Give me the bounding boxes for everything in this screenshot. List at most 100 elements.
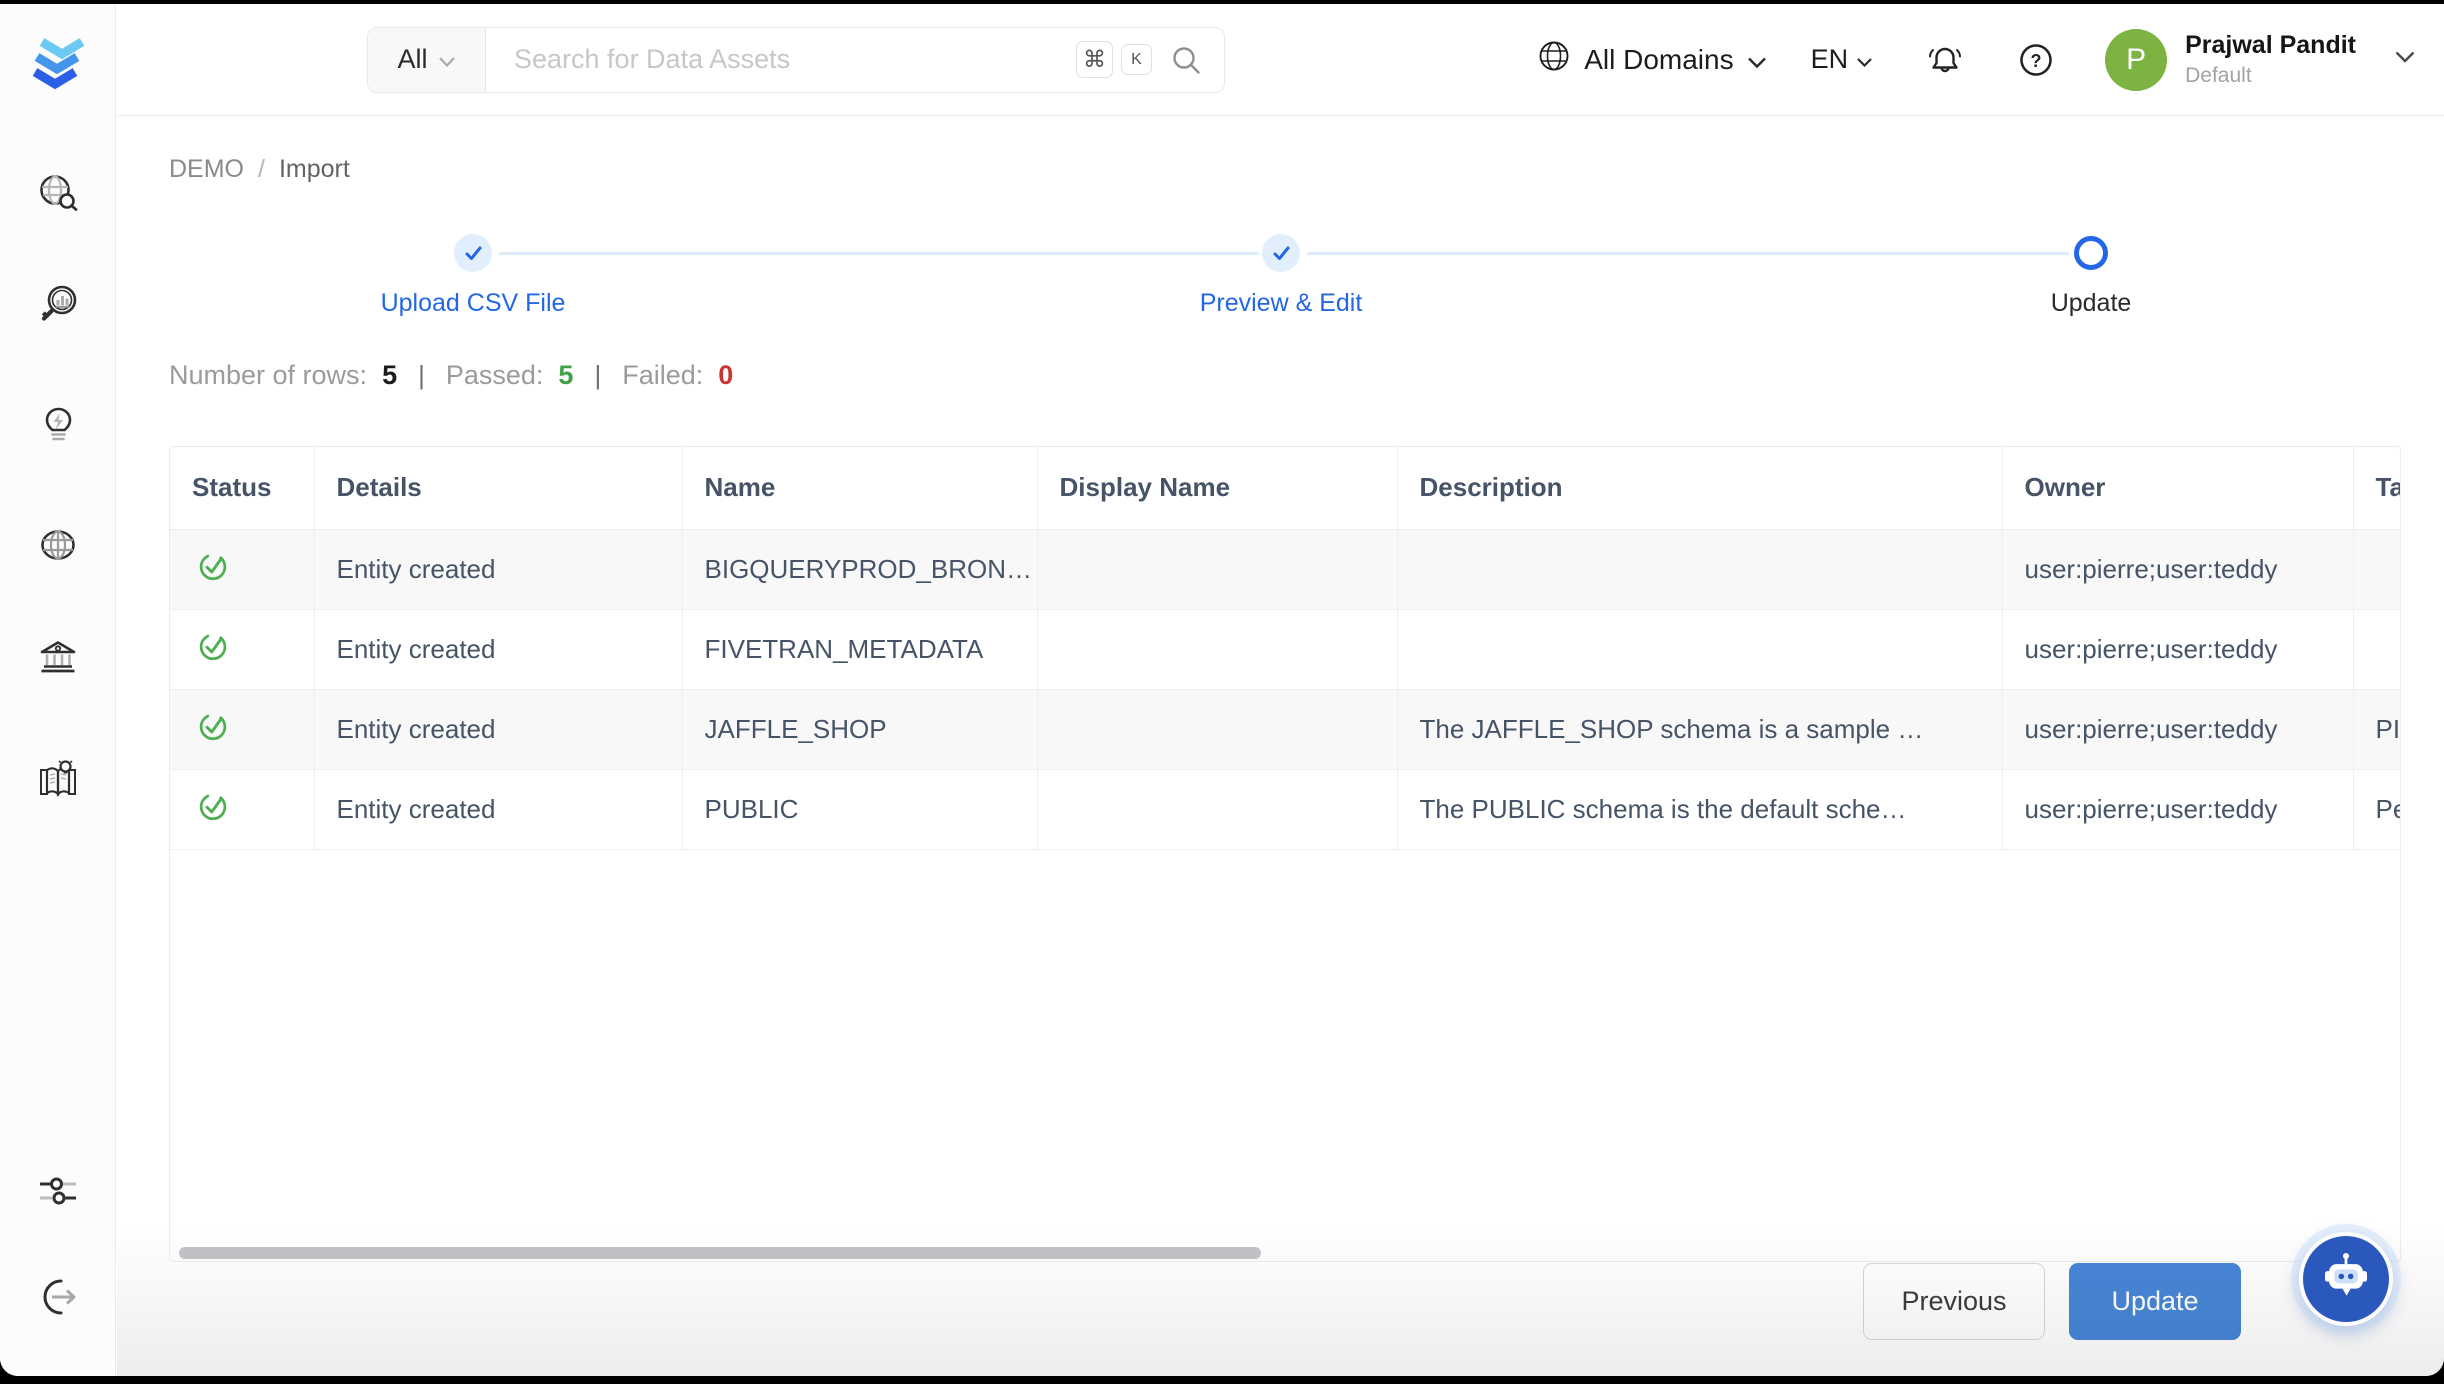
sidebar-item-explore[interactable] xyxy=(34,172,82,220)
owner-cell: user:pierre;user:teddy xyxy=(2002,769,2353,849)
sidebar-item-domains[interactable] xyxy=(34,523,82,571)
main-content: DEMO / Import Upload CSV File Preview & … xyxy=(117,117,2444,1376)
topbar-right-cluster: All Domains EN ? xyxy=(1537,29,2416,91)
status-cell xyxy=(170,769,314,849)
k-key-icon: K xyxy=(1121,44,1152,75)
table-row: Entity created PUBLIC The PUBLIC schema … xyxy=(170,769,2401,849)
display-name-cell xyxy=(1037,609,1397,689)
bank-icon xyxy=(35,635,81,686)
col-status: Status xyxy=(170,447,314,529)
step-2-label[interactable]: Preview & Edit xyxy=(1101,289,1461,318)
notifications-bell-icon[interactable] xyxy=(1925,40,1965,80)
table-row: Entity created BIGQUERYPROD_BRON… user:p… xyxy=(170,529,2401,609)
col-display-name: Display Name xyxy=(1037,447,1397,529)
step-2-check-icon[interactable] xyxy=(1262,234,1300,272)
user-name: Prajwal Pandit xyxy=(2185,31,2356,60)
topbar: All ⌘ K All Domains xyxy=(117,4,2444,116)
owner-cell: user:pierre;user:teddy xyxy=(2002,689,2353,769)
breadcrumb-separator: / xyxy=(258,155,265,184)
rows-value: 5 xyxy=(382,360,397,391)
details-cell: Entity created xyxy=(314,769,682,849)
step-3-circle-icon[interactable] xyxy=(2074,236,2108,270)
col-details: Details xyxy=(314,447,682,529)
display-name-cell xyxy=(1037,529,1397,609)
import-preview-table: Status Details Name Display Name Descrip… xyxy=(169,446,2401,1262)
app-logo-icon[interactable] xyxy=(26,30,90,94)
book-bulb-icon xyxy=(35,757,81,808)
passed-value: 5 xyxy=(558,360,573,391)
globe-search-icon xyxy=(35,171,81,222)
sidebar-item-logout[interactable] xyxy=(34,1275,82,1323)
failed-value: 0 xyxy=(718,360,733,391)
help-icon[interactable]: ? xyxy=(2017,41,2055,79)
tags-cell xyxy=(2353,609,2401,689)
col-description: Description xyxy=(1397,447,2002,529)
step-3-label[interactable]: Update xyxy=(1911,289,2271,318)
sidebar-item-observability[interactable] xyxy=(34,283,82,331)
owner-cell: user:pierre;user:teddy xyxy=(2002,609,2353,689)
success-check-icon xyxy=(196,799,230,829)
cmd-key-icon: ⌘ xyxy=(1076,41,1113,78)
domains-label: All Domains xyxy=(1584,44,1733,76)
step-connector xyxy=(499,252,1259,255)
details-cell: Entity created xyxy=(314,689,682,769)
chevron-down-icon xyxy=(1747,44,1767,76)
user-menu[interactable]: Prajwal Pandit Default xyxy=(2185,31,2356,88)
user-avatar[interactable]: P xyxy=(2105,29,2167,91)
update-button[interactable]: Update xyxy=(2069,1263,2241,1340)
breadcrumb-current: Import xyxy=(279,155,350,184)
chevron-down-icon xyxy=(1856,44,1873,75)
tags-cell: PII xyxy=(2353,689,2401,769)
global-search-bar: All ⌘ K xyxy=(367,27,1225,93)
display-name-cell xyxy=(1037,689,1397,769)
sliders-icon xyxy=(35,1168,81,1219)
sidebar-item-settings[interactable] xyxy=(34,1169,82,1217)
table-header-row: Status Details Name Display Name Descrip… xyxy=(170,447,2401,529)
passed-label: Passed: xyxy=(446,360,544,391)
globe-icon xyxy=(1537,39,1571,80)
details-cell: Entity created xyxy=(314,609,682,689)
sidebar-item-governance[interactable] xyxy=(34,636,82,684)
owner-cell: user:pierre;user:teddy xyxy=(2002,529,2353,609)
magnifier-chart-icon xyxy=(35,282,81,333)
col-owner: Owner xyxy=(2002,447,2353,529)
previous-button[interactable]: Previous xyxy=(1863,1263,2045,1340)
language-dropdown[interactable]: EN xyxy=(1811,44,1874,75)
sidebar xyxy=(0,4,116,1376)
display-name-cell xyxy=(1037,769,1397,849)
description-cell xyxy=(1397,529,2002,609)
summary-divider: | xyxy=(412,360,431,391)
success-check-icon xyxy=(196,559,230,589)
logout-icon xyxy=(35,1274,81,1325)
name-cell: BIGQUERYPROD_BRON… xyxy=(682,529,1037,609)
app-window: All ⌘ K All Domains xyxy=(0,4,2444,1376)
search-filter-dropdown[interactable]: All xyxy=(368,28,486,92)
sidebar-item-knowledge-center[interactable] xyxy=(34,758,82,806)
name-cell: JAFFLE_SHOP xyxy=(682,689,1037,769)
step-1-label[interactable]: Upload CSV File xyxy=(293,289,653,318)
robot-icon xyxy=(2318,1249,2374,1310)
description-cell: The PUBLIC schema is the default sche… xyxy=(1397,769,2002,849)
details-cell: Entity created xyxy=(314,529,682,609)
import-summary: Number of rows: 5 | Passed: 5 | Failed: … xyxy=(169,360,733,391)
chevron-down-icon[interactable] xyxy=(2394,50,2416,69)
breadcrumb-root[interactable]: DEMO xyxy=(169,155,244,184)
search-input[interactable] xyxy=(486,44,1076,75)
description-cell xyxy=(1397,609,2002,689)
lightbulb-bolt-icon xyxy=(35,402,81,453)
user-team: Default xyxy=(2185,64,2356,88)
search-icon[interactable] xyxy=(1170,44,1202,76)
step-connector xyxy=(1307,252,2069,255)
col-tags: Tags xyxy=(2353,447,2401,529)
chatbot-button[interactable] xyxy=(2299,1232,2393,1326)
sidebar-item-insights[interactable] xyxy=(34,403,82,451)
step-1-check-icon[interactable] xyxy=(454,234,492,272)
table-row: Entity created JAFFLE_SHOP The JAFFLE_SH… xyxy=(170,689,2401,769)
status-cell xyxy=(170,609,314,689)
svg-text:?: ? xyxy=(2031,51,2042,71)
col-name: Name xyxy=(682,447,1037,529)
rows-label: Number of rows: xyxy=(169,360,367,391)
horizontal-scrollbar-thumb[interactable] xyxy=(179,1247,1261,1259)
success-check-icon xyxy=(196,639,230,669)
domains-dropdown[interactable]: All Domains xyxy=(1537,39,1766,80)
